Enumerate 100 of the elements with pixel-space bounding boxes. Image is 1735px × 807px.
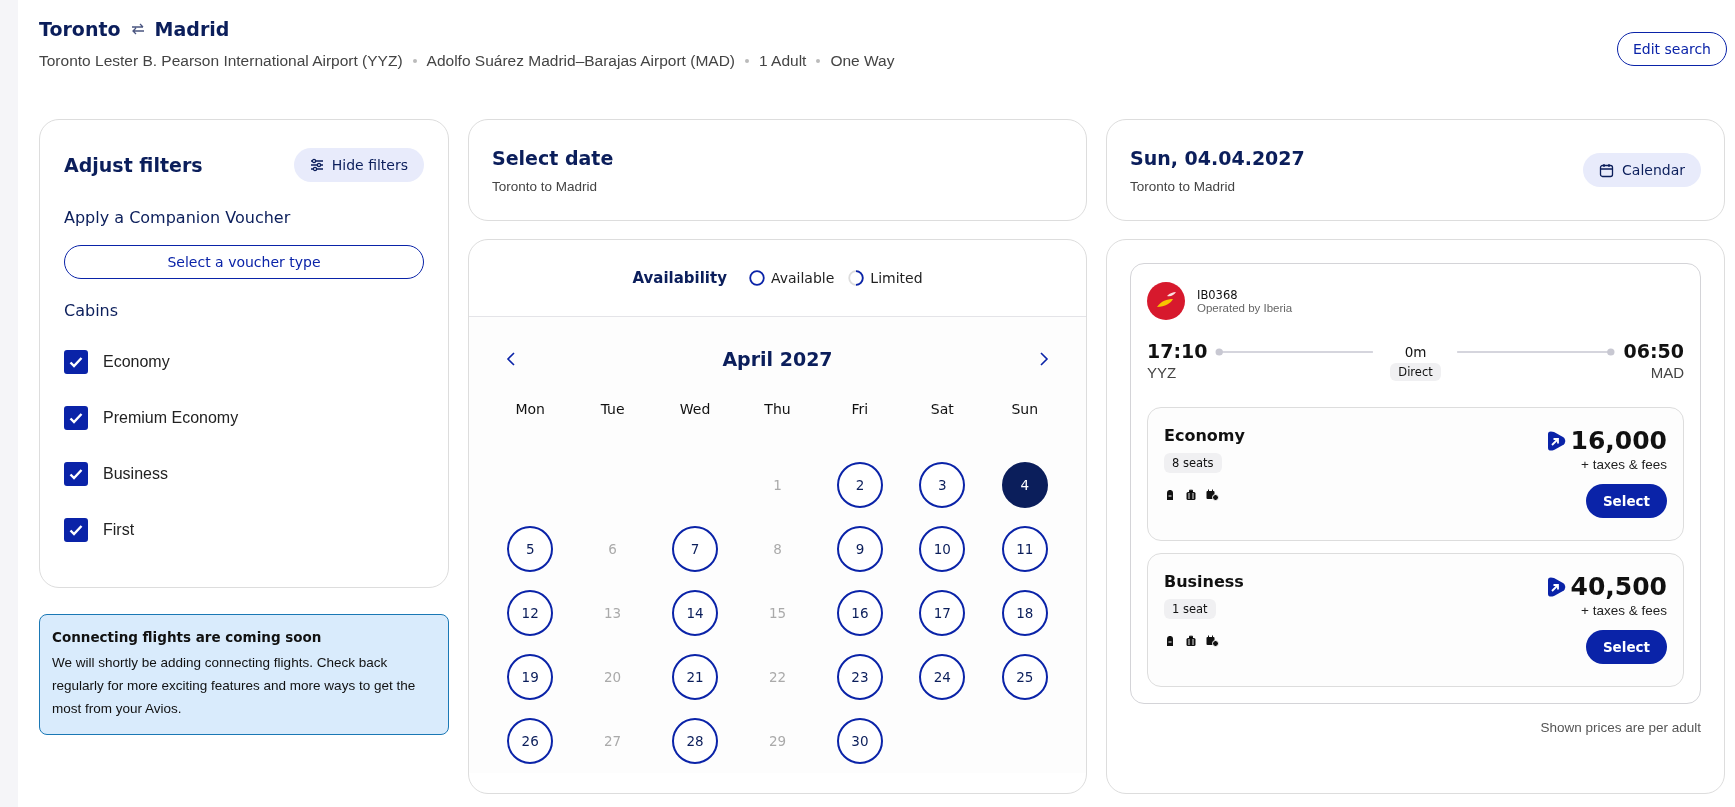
checkbox[interactable]: [64, 462, 88, 486]
seats-badge: 8 seats: [1164, 453, 1222, 473]
backpack-icon: [1164, 635, 1176, 647]
calendar-day[interactable]: 3: [919, 462, 966, 508]
price-amount: 16,000: [1570, 426, 1667, 455]
taxes-note: + taxes & fees: [1581, 457, 1667, 472]
trip-detail: Adolfo Suárez Madrid–Barajas Airport (MAD): [426, 52, 735, 70]
trip-detail: 1 Adult: [759, 52, 807, 70]
cabin-label: Economy: [103, 353, 170, 371]
calendar-day[interactable]: 26: [507, 718, 554, 764]
cabin-label: Premium Economy: [103, 409, 239, 427]
cabins-heading: Cabins: [64, 301, 120, 320]
calendar-day[interactable]: 16: [836, 590, 883, 636]
calendar-button[interactable]: Calendar: [1583, 153, 1701, 187]
suitcase-icon: [1185, 489, 1197, 501]
calendar-day: 15: [754, 590, 801, 636]
calendar-day[interactable]: 28: [672, 718, 719, 764]
calendar-day[interactable]: 14: [672, 590, 719, 636]
weekday-label: Sat: [929, 400, 955, 419]
calendar-day: 29: [754, 718, 801, 764]
calendar-day[interactable]: 30: [836, 718, 883, 764]
calendar-day[interactable]: 23: [836, 654, 883, 700]
calendar-day[interactable]: 19: [507, 654, 554, 700]
arrival-time: 06:50: [1623, 340, 1684, 362]
cabin-label: First: [103, 521, 135, 539]
departure-time: 17:10: [1147, 340, 1208, 362]
weekday-label: Tue: [599, 400, 626, 419]
edit-search-button[interactable]: Edit search: [1616, 32, 1727, 66]
calendar-clock-icon: [1206, 635, 1219, 647]
backpack-icon: [1164, 489, 1176, 501]
destination-city: Madrid: [154, 18, 230, 40]
cabin-name: Business: [1164, 572, 1244, 591]
calendar-day[interactable]: 17: [919, 590, 966, 636]
arrival-airport-code: MAD: [1650, 364, 1684, 381]
calendar-day[interactable]: 18: [1001, 590, 1048, 636]
available-circle-icon: [748, 270, 765, 286]
calendar-day[interactable]: 21: [672, 654, 719, 700]
trip-detail: One Way: [830, 52, 895, 70]
trip-detail: Toronto Lester B. Pearson International Airport (YYZ): [39, 52, 403, 70]
date-title: Select date: [492, 146, 614, 169]
weekday-label: Mon: [514, 400, 546, 419]
month-title: April 2027: [722, 348, 833, 370]
calendar-day: 6: [589, 526, 636, 572]
calendar-day[interactable]: 11: [1001, 526, 1048, 572]
calendar-day: 13: [589, 590, 636, 636]
calendar-day[interactable]: 5: [507, 526, 554, 572]
calendar-day[interactable]: 10: [919, 526, 966, 572]
calendar-day[interactable]: 4: [1001, 462, 1048, 508]
separator-dot: [412, 59, 417, 63]
calendar-day: 8: [754, 526, 801, 572]
departure-airport-code: YYZ: [1147, 364, 1178, 381]
checkbox[interactable]: [64, 406, 88, 430]
sliders-icon: [309, 158, 324, 172]
weekday-label: Fri: [850, 400, 870, 419]
calendar-day[interactable]: 12: [507, 590, 554, 636]
notice-title: Connecting flights are coming soon: [52, 629, 323, 645]
route-subtitle: Toronto to Madrid: [492, 178, 599, 194]
calendar-clock-icon: [1206, 489, 1219, 501]
voucher-type-button[interactable]: Select a voucher type: [64, 245, 424, 279]
calendar-day: 1: [754, 462, 801, 508]
voucher-heading: Apply a Companion Voucher: [64, 208, 292, 227]
flight-number: IB0368: [1197, 288, 1239, 302]
weekday-label: Wed: [678, 400, 712, 419]
cabin-name: Economy: [1164, 426, 1245, 445]
separator-dot: [745, 59, 749, 63]
airline-logo-icon: [1147, 282, 1185, 320]
origin-city: Toronto: [39, 18, 121, 40]
limited-circle-icon: [848, 270, 865, 286]
chevron-left-icon: [505, 351, 517, 367]
select-fare-button[interactable]: Select: [1585, 484, 1667, 518]
calendar-day[interactable]: 24: [919, 654, 966, 700]
calendar-day[interactable]: 2: [836, 462, 883, 508]
hide-filters-button[interactable]: Hide filters: [293, 148, 424, 182]
calendar-day: 27: [589, 718, 636, 764]
filters-title: Adjust filters: [64, 154, 203, 176]
weekday-label: Thu: [763, 400, 792, 419]
route-subtitle: Toronto to Madrid: [1130, 178, 1237, 194]
calendar-day: 20: [589, 654, 636, 700]
checkbox[interactable]: [64, 350, 88, 374]
cabin-label: Business: [103, 465, 168, 483]
legend-title: Availability: [632, 269, 727, 287]
calendar-day[interactable]: 9: [836, 526, 883, 572]
price-amount: 40,500: [1570, 572, 1667, 601]
legend-label: Limited: [870, 270, 923, 286]
flight-duration: 0m: [1404, 344, 1427, 360]
weekday-label: Sun: [1010, 400, 1040, 419]
calendar-icon: [1599, 162, 1615, 178]
calendar-day: 22: [754, 654, 801, 700]
prices-footnote: Shown prices are per adult: [1539, 720, 1701, 735]
chevron-right-icon: [1038, 351, 1050, 367]
taxes-note: + taxes & fees: [1581, 603, 1667, 618]
checkbox[interactable]: [64, 518, 88, 542]
operator-text: Operated by Iberia: [1197, 302, 1293, 314]
stops-badge: Direct: [1390, 363, 1441, 381]
notice-text: We will shortly be adding connecting flights. Check back regularly for more exciting features and more ways to get the most from your Avios.: [52, 654, 417, 718]
flight-date-title: Sun, 04.04.2027: [1130, 146, 1305, 169]
calendar-day[interactable]: 7: [672, 526, 719, 572]
select-fare-button[interactable]: Select: [1585, 630, 1667, 664]
suitcase-icon: [1185, 635, 1197, 647]
calendar-day[interactable]: 25: [1001, 654, 1048, 700]
